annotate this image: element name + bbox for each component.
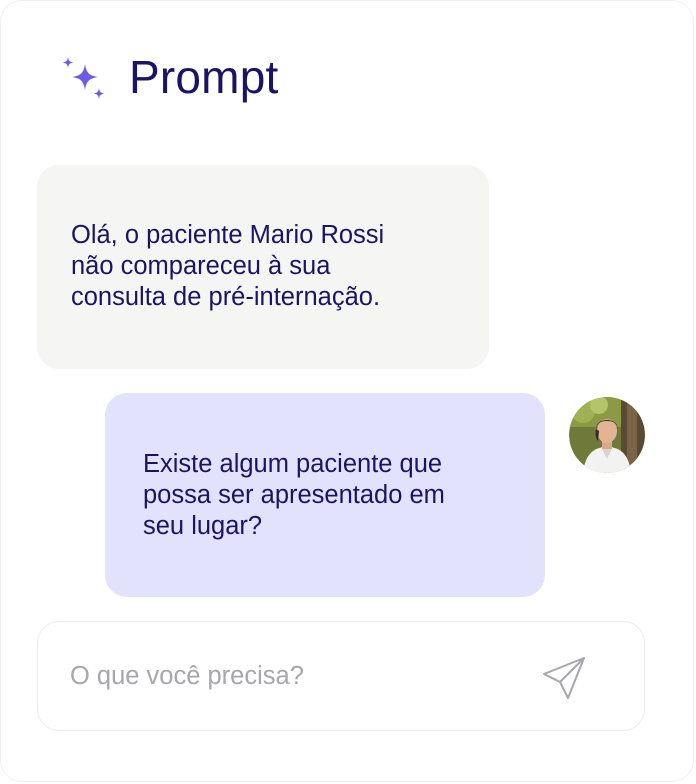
message-line: seu lugar? [143,512,263,540]
header: Prompt [59,49,278,105]
paper-plane-icon [543,657,585,699]
assistant-message: Olá, o paciente Mario Rossi não comparec… [37,165,489,369]
sparkles-icon [62,57,105,99]
message-line: consulta de pré-internação. [71,283,381,311]
message-input[interactable] [70,656,510,696]
user-message: Existe algum paciente que possa ser apre… [105,393,545,597]
prompt-card: Prompt Olá, o paciente Mario Rossi não c… [0,0,694,782]
page-title: Prompt [129,51,279,103]
send-button[interactable] [538,652,590,704]
message-line: Olá, o paciente Mario Rossi [71,221,385,249]
user-avatar [569,397,645,473]
message-line: não compareceu à sua [71,252,331,280]
message-line: Existe algum paciente que [143,450,443,478]
message-line: possa ser apresentado em [143,481,445,509]
composer [37,621,645,731]
